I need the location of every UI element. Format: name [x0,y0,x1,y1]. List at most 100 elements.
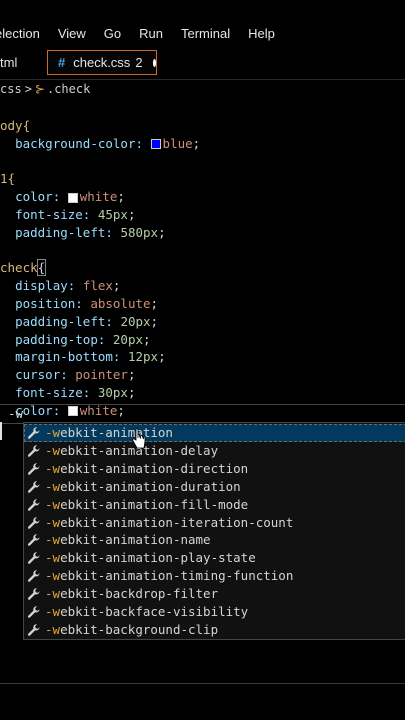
suggestion-rest: ebkit-animation-iteration-count [60,514,294,530]
unsaved-dot-icon[interactable] [152,58,156,67]
suggestion-rest: ebkit-animation-timing-function [60,568,294,584]
wrench-icon [27,426,41,440]
wrench-icon [27,605,41,619]
suggestion-item[interactable]: -webkit-animation-direction [24,460,405,478]
menu-terminal[interactable]: Terminal [181,26,230,41]
text-caret [0,422,2,440]
suggestion-item[interactable]: -webkit-animation-play-state [24,549,405,567]
code-line: cursor: pointer; [15,367,136,383]
wrench-icon [27,444,41,458]
suggestion-item[interactable]: -webkit-animation-name [24,531,405,549]
current-input-text[interactable]: -w [8,405,23,422]
suggestion-label: -webkit-animation-fill-mode [45,496,248,514]
suggestion-rest: ebkit-backface-visibility [60,604,249,619]
menu-bar: election View Go Run Terminal Help [0,19,405,47]
tab-css-label: check.css [73,55,131,70]
menu-view[interactable]: View [58,26,86,41]
suggestion-item[interactable]: -webkit-animation-fill-mode [24,496,405,514]
symbol-class-icon: ⊱ [34,82,45,96]
menu-selection[interactable]: election [0,26,40,41]
suggestion-label: -webkit-animation-duration [45,478,241,496]
suggestion-label: -webkit-animation-play-state [45,549,256,567]
suggestion-widget[interactable]: -webkit-animation -webkit-animation-delay… [23,422,405,640]
tab-html[interactable]: tml [0,50,17,75]
suggestion-match: -w [45,496,61,512]
suggestion-match: -w [45,621,61,637]
code-line: 1{ [0,171,16,187]
suggestion-rest: ebkit-animation-fill-mode [60,496,249,512]
suggestion-label: -webkit-backdrop-filter [45,585,218,603]
code-line: font-size: 30px; [15,384,136,400]
css-file-icon: # [58,55,66,70]
suggestion-label: -webkit-animation-timing-function [45,567,293,585]
suggestion-match: -w [45,425,61,440]
menu-go[interactable]: Go [104,26,121,41]
suggestion-rest: ebkit-animation-play-state [60,550,256,566]
suggestion-match: -w [45,568,61,584]
code-line: padding-left: 580px; [15,224,166,240]
suggestion-label: -webkit-background-clip [45,621,218,639]
suggestion-item[interactable]: -webkit-animation-delay [24,442,405,460]
suggestion-item[interactable]: -webkit-backdrop-filter [24,585,405,603]
suggestion-match: -w [45,586,61,602]
suggestion-item[interactable]: -webkit-animation-duration [24,478,405,496]
wrench-icon [27,516,41,530]
suggestion-rest: ebkit-animation-direction [60,460,249,476]
wrench-icon [27,587,41,601]
current-line-highlight [0,404,405,424]
color-swatch-icon[interactable] [150,139,161,150]
problem-count-badge: 2 [135,55,143,70]
menu-help[interactable]: Help [248,26,275,41]
code-line: padding-left: 20px; [15,313,159,329]
suggestion-item[interactable]: -webkit-background-clip [24,621,405,639]
suggestion-label: -webkit-animation-name [45,531,211,549]
code-line: display: flex; [15,278,121,294]
suggestion-label: -webkit-animation-iteration-count [45,514,293,532]
editor-tab-bar: tml # check.css 2 [0,47,405,80]
suggestion-item[interactable]: -webkit-backface-visibility [24,603,405,621]
code-line: font-size: 45px; [15,206,136,222]
suggestion-match: -w [45,478,61,494]
breadcrumb-symbol[interactable]: .check [47,82,90,96]
color-swatch-icon[interactable] [67,192,78,203]
suggestion-label: -webkit-animation-direction [45,460,248,478]
suggestion-label: -webkit-backface-visibility [45,603,248,621]
wrench-icon [27,498,41,512]
suggestion-label: -webkit-animation [45,424,173,442]
code-line: background-color: blue; [15,135,201,151]
code-line: margin-bottom: 12px; [15,349,166,365]
code-line: color: white; [15,189,125,205]
suggestion-item[interactable]: -webkit-animation-timing-function [24,567,405,585]
suggestion-match: -w [45,442,61,458]
suggestion-item[interactable]: -webkit-animation-iteration-count [24,514,405,532]
chevron-right-icon: > [24,82,32,96]
suggestion-rest: ebkit-background-clip [60,621,219,637]
panel-divider [0,683,405,684]
wrench-icon [27,623,41,637]
menu-run[interactable]: Run [139,26,163,41]
tab-html-label: tml [0,55,18,70]
suggestion-item[interactable]: -webkit-animation [24,424,405,442]
breadcrumb: css > ⊱ .check [0,80,90,98]
suggestion-match: -w [45,550,61,566]
code-line: padding-top: 20px; [15,331,151,347]
wrench-icon [27,462,41,476]
suggestion-rest: ebkit-backdrop-filter [60,586,219,602]
breadcrumb-file[interactable]: css [0,82,22,96]
suggestion-match: -w [45,460,61,476]
code-line: position: absolute; [15,295,159,311]
wrench-icon [27,551,41,565]
wrench-icon [27,480,41,494]
code-line: ody{ [0,118,31,133]
suggestion-rest: ebkit-animation-name [60,532,211,548]
wrench-icon [27,533,41,547]
wrench-icon [27,569,41,583]
suggestion-rest: ebkit-animation-duration [60,478,241,494]
suggestion-match: -w [45,514,61,530]
tab-check-css[interactable]: # check.css 2 [47,50,157,75]
code-editor[interactable]: ody{ background-color: blue; 1{ color: w… [0,117,405,420]
mouse-pointer-icon [132,428,146,449]
code-line: check{ [0,259,47,277]
